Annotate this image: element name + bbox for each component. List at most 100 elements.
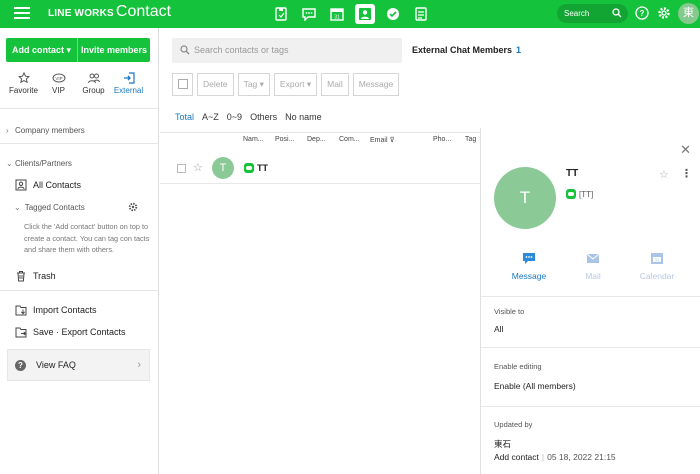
divider bbox=[481, 406, 700, 407]
row-checkbox[interactable] bbox=[177, 164, 186, 173]
table-row[interactable]: ☆ T TT bbox=[160, 152, 480, 184]
app-switcher: 31 bbox=[271, 4, 431, 24]
export-button[interactable]: Export ▾ bbox=[273, 73, 318, 96]
line-chat-icon bbox=[566, 189, 576, 199]
page-title: External Chat Members 1 bbox=[412, 45, 521, 55]
filter-no-name[interactable]: No name bbox=[285, 112, 322, 122]
delete-button[interactable]: Delete bbox=[197, 73, 234, 96]
note-icon[interactable] bbox=[271, 4, 291, 24]
view-faq-label: View FAQ bbox=[36, 360, 76, 370]
updated-by-label: Updated by bbox=[494, 420, 533, 429]
separator: | bbox=[541, 452, 545, 462]
chevron-down-icon: ⌄ bbox=[14, 203, 21, 212]
detail-tag-label: [TT] bbox=[579, 189, 594, 199]
more-options-icon[interactable]: ⋮ bbox=[681, 167, 692, 180]
mail-action-button[interactable]: Mail bbox=[558, 252, 628, 281]
calendar-icon[interactable]: 31 bbox=[327, 4, 347, 24]
svg-text:VIP: VIP bbox=[55, 76, 62, 81]
message-action-button[interactable]: Message bbox=[494, 252, 564, 281]
tab-group[interactable]: Group bbox=[76, 72, 111, 95]
enable-editing-label: Enable editing bbox=[494, 362, 542, 371]
sidebar-item-all-contacts[interactable]: All Contacts bbox=[15, 179, 81, 191]
search-icon bbox=[612, 8, 622, 20]
search-icon bbox=[180, 45, 190, 55]
export-icon bbox=[15, 327, 27, 338]
contact-name[interactable]: TT bbox=[244, 163, 268, 173]
divider bbox=[0, 143, 159, 144]
sidebar-item-tagged-contacts[interactable]: ⌄ Tagged Contacts bbox=[14, 202, 138, 214]
filter-icon[interactable]: ⊽ bbox=[389, 137, 394, 144]
brand-product: Contact bbox=[115, 3, 172, 20]
column-header-phone[interactable]: Pho... bbox=[433, 136, 451, 143]
menu-icon[interactable] bbox=[14, 7, 30, 21]
quick-tabs: Favorite VIP VIP Group External bbox=[6, 72, 146, 95]
group-icon bbox=[87, 73, 100, 84]
view-faq-button[interactable]: ? View FAQ › bbox=[7, 349, 150, 381]
tab-vip[interactable]: VIP VIP bbox=[41, 72, 76, 95]
updated-action: Add contact bbox=[494, 452, 539, 462]
member-count: 1 bbox=[516, 45, 522, 55]
invite-members-button[interactable]: Invite members bbox=[77, 38, 150, 62]
chat-icon[interactable] bbox=[299, 4, 319, 24]
calendar-action-label: Calendar bbox=[639, 271, 675, 281]
board-icon[interactable] bbox=[411, 4, 431, 24]
section-company-members[interactable]: › Company members bbox=[6, 126, 85, 135]
add-contact-button[interactable]: Add contact ▾ bbox=[6, 38, 77, 62]
calendar-icon: 31 bbox=[651, 253, 663, 264]
search-input[interactable]: Search contacts or tags bbox=[172, 38, 402, 63]
import-icon bbox=[15, 305, 27, 316]
help-icon[interactable]: ? bbox=[635, 6, 649, 22]
filter-a-z[interactable]: A~Z bbox=[202, 112, 219, 122]
message-action-label: Message bbox=[511, 271, 547, 281]
app-brand[interactable]: LINE WORKS Contact bbox=[48, 3, 171, 21]
task-icon[interactable] bbox=[383, 4, 403, 24]
favorite-star-icon[interactable]: ☆ bbox=[659, 168, 669, 181]
sidebar-item-trash[interactable]: Trash bbox=[15, 270, 56, 282]
sidebar-item-save-export[interactable]: Save · Export Contacts bbox=[15, 326, 126, 338]
tab-external[interactable]: External bbox=[111, 72, 146, 95]
column-header-position[interactable]: Posi... bbox=[275, 136, 294, 143]
section-clients-partners[interactable]: ⌄ Clients/Partners bbox=[6, 159, 72, 168]
message-icon bbox=[523, 253, 535, 264]
column-header-company[interactable]: Com... bbox=[339, 136, 360, 143]
column-header-tag[interactable]: Tag bbox=[465, 136, 476, 143]
favorite-star-icon[interactable]: ☆ bbox=[193, 161, 203, 174]
star-icon bbox=[17, 72, 30, 84]
sidebar-item-trash-label: Trash bbox=[33, 271, 56, 281]
search-placeholder: Search contacts or tags bbox=[194, 45, 289, 55]
calendar-action-button[interactable]: 31 Calendar bbox=[622, 252, 692, 281]
column-header-name[interactable]: Nam... bbox=[243, 136, 264, 143]
column-header-department[interactable]: Dep... bbox=[307, 136, 326, 143]
line-chat-icon bbox=[244, 163, 254, 173]
contact-icon[interactable] bbox=[355, 4, 375, 24]
chevron-right-icon: › bbox=[137, 359, 141, 371]
question-icon: ? bbox=[15, 359, 26, 371]
tab-group-label: Group bbox=[82, 86, 105, 95]
global-search-label: Search bbox=[564, 9, 590, 18]
tab-favorite-label: Favorite bbox=[9, 86, 38, 95]
filter-others[interactable]: Others bbox=[250, 112, 277, 122]
sidebar-item-import-contacts-label: Import Contacts bbox=[33, 305, 97, 315]
divider bbox=[160, 132, 480, 133]
column-header-email[interactable]: Email ⊽ bbox=[370, 136, 395, 144]
tagged-contacts-hint: Click the 'Add contact' button on top to… bbox=[24, 222, 150, 254]
select-all-checkbox[interactable] bbox=[172, 73, 193, 96]
sidebar-item-import-contacts[interactable]: Import Contacts bbox=[15, 304, 97, 316]
global-search[interactable]: Search bbox=[557, 4, 628, 23]
tag-settings-icon[interactable] bbox=[128, 202, 138, 214]
mail-button[interactable]: Mail bbox=[321, 73, 349, 96]
detail-tag: [TT] bbox=[566, 189, 593, 199]
divider bbox=[0, 290, 159, 291]
user-avatar[interactable]: 東 bbox=[678, 3, 699, 24]
index-filters: Total A~Z 0~9 Others No name bbox=[175, 112, 322, 122]
filter-total[interactable]: Total bbox=[175, 112, 194, 122]
sidebar-item-tagged-contacts-label: Tagged Contacts bbox=[24, 203, 85, 212]
message-button[interactable]: Message bbox=[352, 73, 400, 96]
tag-button[interactable]: Tag ▾ bbox=[237, 73, 270, 96]
gear-icon[interactable] bbox=[657, 6, 671, 22]
external-icon bbox=[123, 72, 135, 84]
close-icon[interactable]: ✕ bbox=[680, 142, 691, 158]
tab-favorite[interactable]: Favorite bbox=[6, 72, 41, 95]
filter-0-9[interactable]: 0~9 bbox=[227, 112, 242, 122]
divider bbox=[481, 296, 700, 297]
